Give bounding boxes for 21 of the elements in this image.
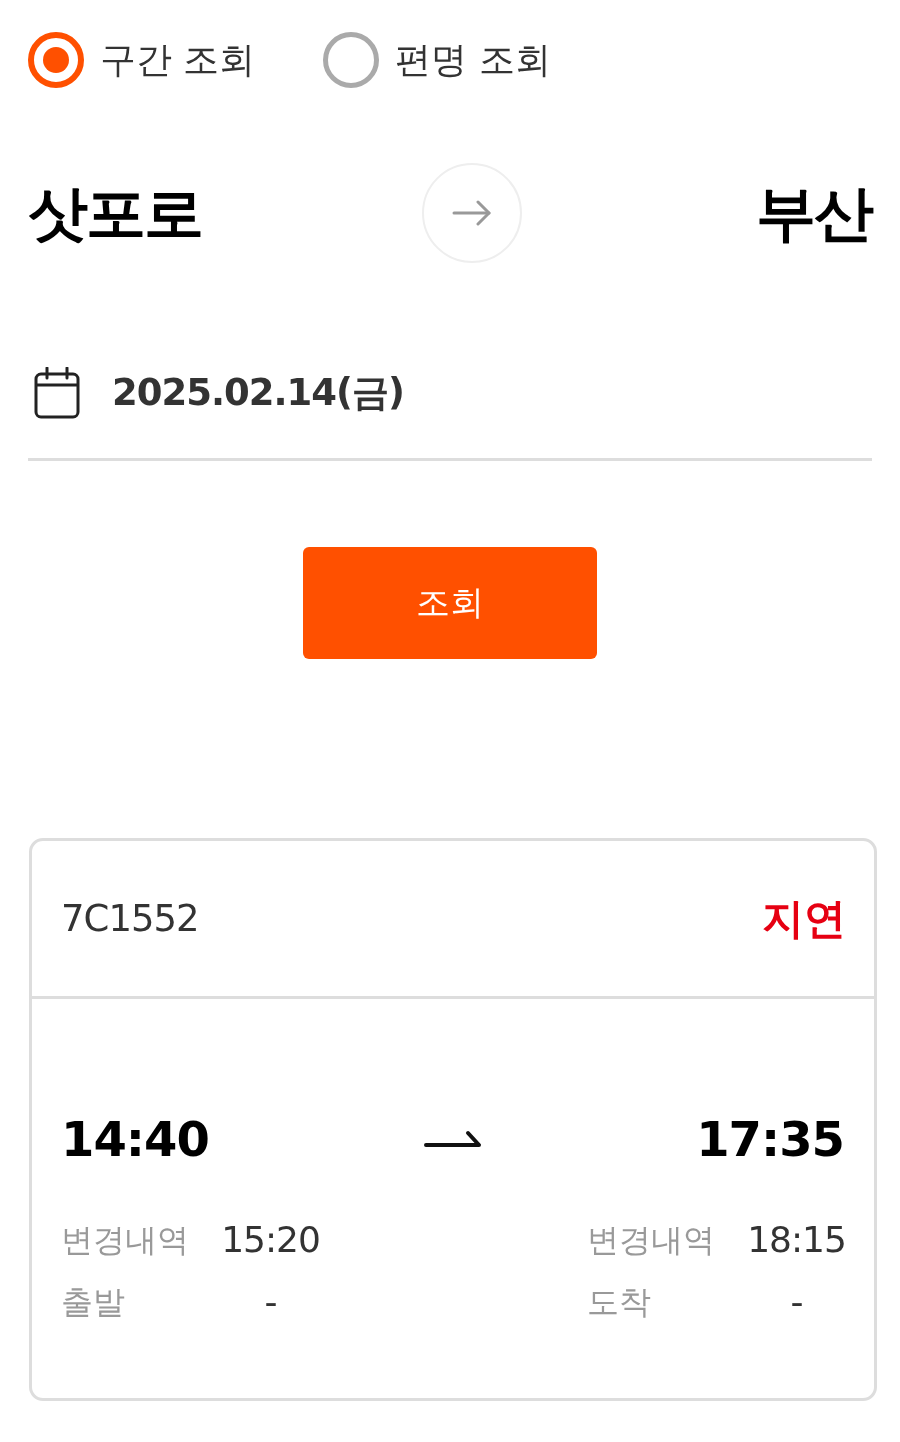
- option-label[interactable]: 구간 조회: [100, 42, 256, 78]
- date-value: 2025.02.14(금): [112, 370, 404, 416]
- detail-label: 변경내역: [61, 1220, 190, 1261]
- detail-value: -: [264, 1280, 277, 1324]
- origin-city[interactable]: 삿포로: [28, 183, 202, 243]
- date-field[interactable]: 2025.02.14(금): [28, 360, 872, 461]
- flight-number: 7C1552: [61, 897, 199, 940]
- detail-value: 18:15: [747, 1218, 846, 1262]
- flight-status: 지연: [762, 892, 846, 945]
- option-label[interactable]: 편명 조회: [395, 42, 551, 78]
- detail-value: 15:20: [221, 1218, 320, 1262]
- destination-city[interactable]: 부산: [756, 183, 872, 243]
- detail-label: 변경내역: [587, 1220, 716, 1261]
- arrival-time: 17:35: [696, 1110, 844, 1169]
- arrow-right-icon: [452, 200, 492, 226]
- radio-button[interactable]: [28, 32, 84, 88]
- detail-value: -: [790, 1280, 803, 1324]
- detail-label: 도착: [587, 1282, 652, 1323]
- departure-time: 14:40: [61, 1110, 209, 1169]
- calendar-icon: [34, 367, 80, 419]
- detail-label: 출발: [61, 1282, 126, 1323]
